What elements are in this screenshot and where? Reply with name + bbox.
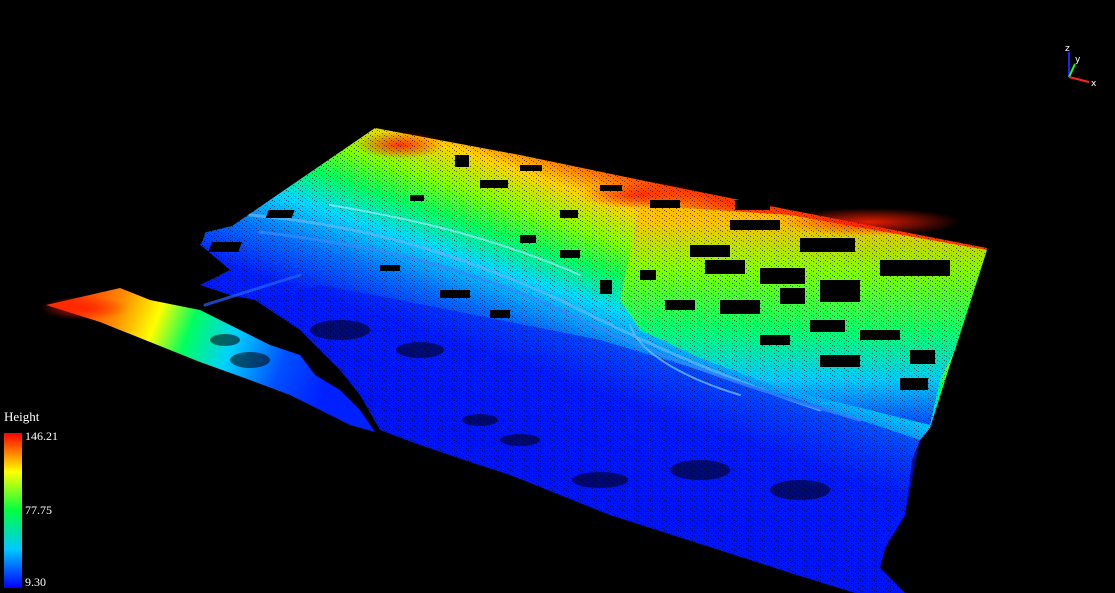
legend-max-label: 146.21: [25, 429, 58, 443]
legend-colorbar: [4, 433, 22, 588]
x-axis-line: [1068, 76, 1090, 83]
point-cloud-terrain[interactable]: [0, 0, 1115, 593]
legend-mid-label: 77.75: [25, 503, 52, 517]
axis-gizmo[interactable]: z y x: [1055, 42, 1105, 92]
point-cloud-viewport[interactable]: z y x Height 146.21 77.75 9.30: [0, 0, 1115, 593]
z-axis-label: z: [1065, 44, 1070, 54]
x-axis-label: x: [1091, 79, 1097, 89]
y-axis-label: y: [1075, 55, 1081, 65]
height-legend: Height 146.21 77.75 9.30: [4, 409, 94, 593]
legend-min-label: 9.30: [25, 575, 46, 589]
legend-title: Height: [4, 409, 40, 424]
